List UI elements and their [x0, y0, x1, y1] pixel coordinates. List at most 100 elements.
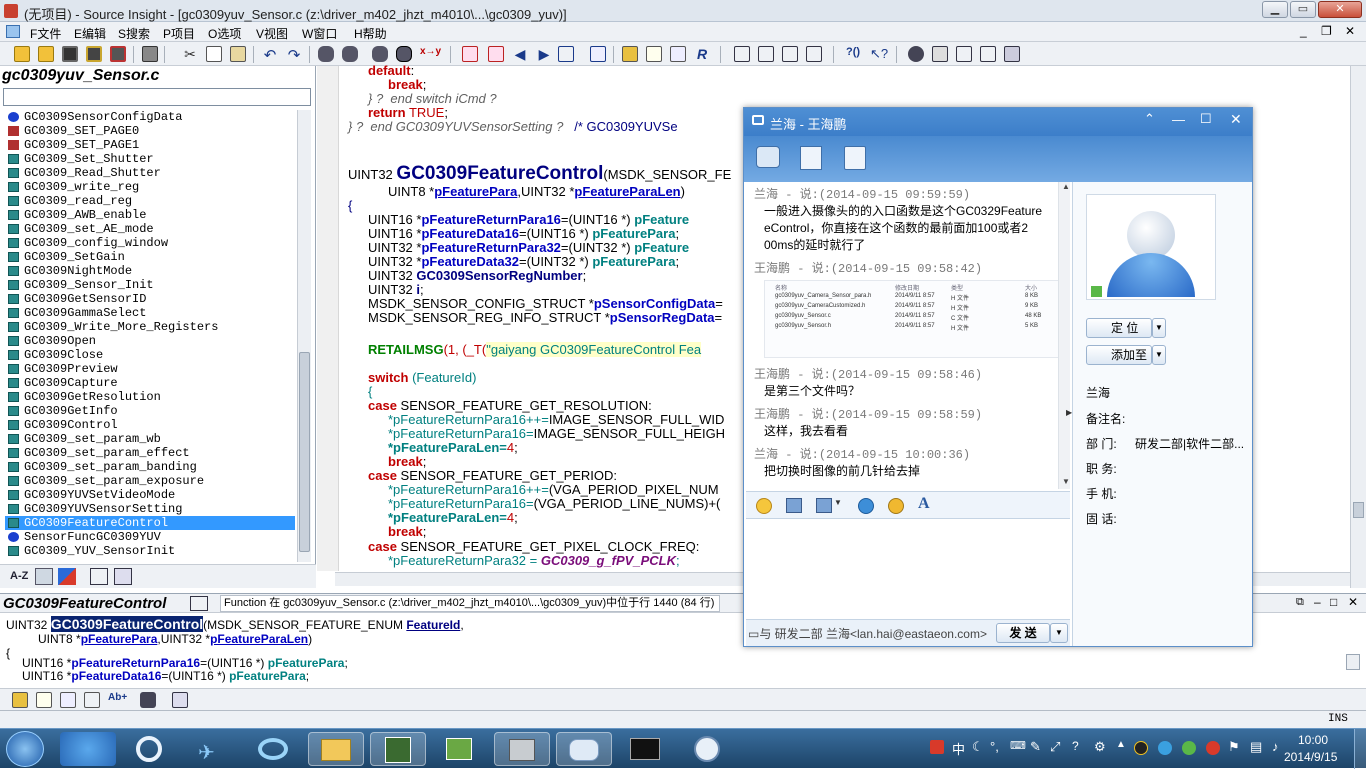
help-circle-icon[interactable]: ? [1072, 739, 1079, 753]
symbol-list-item[interactable]: GC0309_Write_More_Registers [5, 320, 295, 334]
relation-window-icon[interactable] [932, 46, 948, 62]
keyboard-icon[interactable]: ⌨ [1010, 739, 1026, 752]
layout-rows-icon[interactable] [782, 46, 798, 62]
magic-expression-icon[interactable] [888, 498, 904, 514]
chat-maximize-button[interactable]: ☐ [1200, 111, 1212, 127]
symbol-info-icon[interactable] [646, 46, 662, 62]
book-icon[interactable] [670, 46, 686, 62]
menu-search[interactable]: S搜索 [118, 25, 150, 42]
lookup-icon[interactable] [622, 46, 638, 62]
symbol-list-item[interactable]: GC0309_set_param_exposure [5, 474, 295, 488]
menu-view[interactable]: V视图 [256, 25, 288, 42]
function-name[interactable]: GC0309FeatureControl [396, 163, 603, 184]
symbol-list-item[interactable]: GC0309_config_window [5, 236, 295, 250]
menu-edit[interactable]: E编辑 [74, 25, 106, 42]
moon-icon[interactable]: ☾ [972, 739, 984, 755]
menu-options[interactable]: O选项 [208, 25, 241, 42]
menu-file[interactable]: F文件 [30, 25, 61, 42]
punctuation-icon[interactable]: °, [990, 739, 999, 754]
menu-window[interactable]: W窗口 [302, 25, 337, 42]
window-options-icon[interactable] [172, 692, 188, 708]
search-files-icon[interactable] [372, 46, 388, 62]
chat-collapse-button[interactable]: ⌃ [1144, 111, 1155, 127]
taskbar-app-chat[interactable] [556, 732, 612, 766]
open-folder-icon[interactable] [38, 46, 54, 62]
context-window-icon[interactable] [980, 46, 996, 62]
symbol-list-item[interactable]: GC0309_write_reg [5, 180, 295, 194]
flag-icon[interactable]: ⚑ [1228, 739, 1240, 755]
symbol-list-item[interactable]: GC0309Close [5, 348, 295, 362]
screenshot-dropdown-icon[interactable]: ▼ [834, 498, 842, 507]
taskbar-app-clock[interactable] [680, 732, 736, 766]
lookup-icon[interactable] [12, 692, 28, 708]
send-file-icon[interactable] [800, 146, 822, 170]
symbol-list-item[interactable]: GC0309GammaSelect [5, 306, 295, 320]
wechat-tray-icon[interactable] [1182, 741, 1196, 755]
context-sync-icon[interactable] [190, 596, 208, 611]
list-view-icon[interactable] [35, 568, 53, 585]
add-to-button[interactable]: 添加至 [1086, 345, 1152, 365]
avatar[interactable] [1086, 194, 1216, 300]
symbol-list-scrollbar[interactable] [297, 110, 311, 562]
globe-icon[interactable] [858, 498, 874, 514]
cut-icon[interactable]: ✂ [182, 46, 198, 62]
copy-icon[interactable] [206, 46, 222, 62]
symbol-list-item[interactable]: GC0309_set_AE_mode [5, 222, 295, 236]
network-icon[interactable]: ▤ [1250, 739, 1262, 755]
image-icon[interactable] [786, 498, 802, 513]
locate-button[interactable]: 定 位 [1086, 318, 1152, 338]
symbol-list-item[interactable]: GC0309_set_param_effect [5, 446, 295, 460]
context-help-icon[interactable]: ↖? [870, 46, 888, 62]
window-options-icon[interactable] [114, 568, 132, 585]
bookmark-prev-icon[interactable] [462, 46, 478, 62]
clock-time[interactable]: 10:00 [1298, 733, 1328, 747]
sync-icon[interactable] [908, 46, 924, 62]
send-options-dropdown[interactable]: ▼ [1050, 623, 1068, 643]
symbol-list-item[interactable]: GC0309GetInfo [5, 404, 295, 418]
book-icon[interactable] [60, 692, 76, 708]
taskbar-app-circle[interactable] [122, 732, 178, 766]
save-all-icon[interactable] [86, 46, 102, 62]
close-file-icon[interactable] [110, 46, 126, 62]
book-view-icon[interactable] [90, 568, 108, 585]
search-project-icon[interactable] [396, 46, 412, 62]
chat-scrollbar[interactable]: ▲ ▼ [1058, 182, 1070, 489]
symbol-window-icon[interactable] [956, 46, 972, 62]
chat-input-area[interactable] [746, 519, 1070, 619]
network-tray-icon[interactable] [1158, 741, 1172, 755]
lock-icon[interactable] [140, 692, 156, 708]
pane-minimize-button[interactable]: – [1314, 595, 1321, 609]
add-contact-icon[interactable] [756, 146, 780, 168]
scrollbar-thumb[interactable] [1353, 502, 1364, 518]
emoji-icon[interactable] [756, 498, 772, 514]
symbol-list-item[interactable]: GC0309FeatureControl [5, 516, 295, 530]
replace-icon[interactable]: x→y [420, 46, 442, 62]
clock-date[interactable]: 2014/9/15 [1284, 750, 1337, 764]
symbol-list-item[interactable]: GC0309_SET_PAGE0 [5, 124, 295, 138]
list-icon[interactable] [84, 692, 100, 708]
symbol-list-item[interactable]: GC0309_YUV_SensorInit [5, 544, 295, 558]
minimize-button[interactable]: ▁ [1262, 1, 1288, 18]
ime-mode-indicator[interactable]: 中 [952, 739, 965, 758]
send-button[interactable]: 发 送 [996, 623, 1050, 643]
chat-close-button[interactable]: ✕ [1230, 111, 1242, 128]
symbol-list-item[interactable]: GC0309_AWB_enable [5, 208, 295, 222]
mdi-doc-icon[interactable] [6, 25, 20, 38]
start-button[interactable] [6, 731, 44, 767]
symbol-list-item[interactable]: GC0309Preview [5, 362, 295, 376]
taskbar-app-qq-browser[interactable] [60, 732, 116, 766]
symbol-list-item[interactable]: GC0309_read_reg [5, 194, 295, 208]
goto-line-icon[interactable] [590, 46, 606, 62]
close-button[interactable]: ✕ [1318, 1, 1362, 18]
chat-minimize-button[interactable]: — [1172, 112, 1185, 127]
symbol-list-item[interactable]: GC0309_Set_Shutter [5, 152, 295, 166]
brace-match-icon[interactable]: ?() [846, 46, 862, 62]
symbol-list-item[interactable]: GC0309YUVSensorSetting [5, 502, 295, 516]
symbol-list-item[interactable]: GC0309NightMode [5, 264, 295, 278]
settings-gear-icon[interactable]: ⚙ [1094, 739, 1106, 755]
symbol-list-item[interactable]: GC0309GetSensorID [5, 292, 295, 306]
editor-vertical-scrollbar[interactable] [1350, 66, 1366, 588]
expand-icon[interactable]: ⤢ [1050, 739, 1060, 755]
tray-expand-arrow-icon[interactable]: ▲ [1116, 739, 1126, 750]
pane-restore-button[interactable]: ⧉ [1296, 596, 1304, 609]
